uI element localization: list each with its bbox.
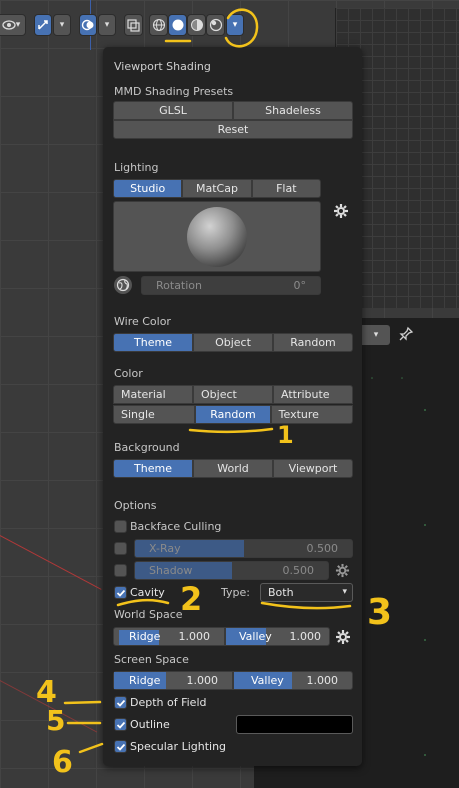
underline-type-stroke xyxy=(260,601,352,610)
annotation-1: 1 xyxy=(277,421,294,449)
annotation-2: 2 xyxy=(180,580,203,618)
underline-cavity-stroke xyxy=(116,598,170,607)
circle-dropdown-stroke xyxy=(224,8,259,48)
underline-random-stroke xyxy=(188,427,274,434)
annotation-3: 3 xyxy=(367,592,393,633)
arrow-6-stroke xyxy=(78,742,104,754)
annotation-5: 5 xyxy=(46,704,66,737)
annotation-6: 6 xyxy=(52,745,73,780)
arrow-4-stroke xyxy=(63,700,102,705)
annotation-strokes xyxy=(63,8,352,754)
